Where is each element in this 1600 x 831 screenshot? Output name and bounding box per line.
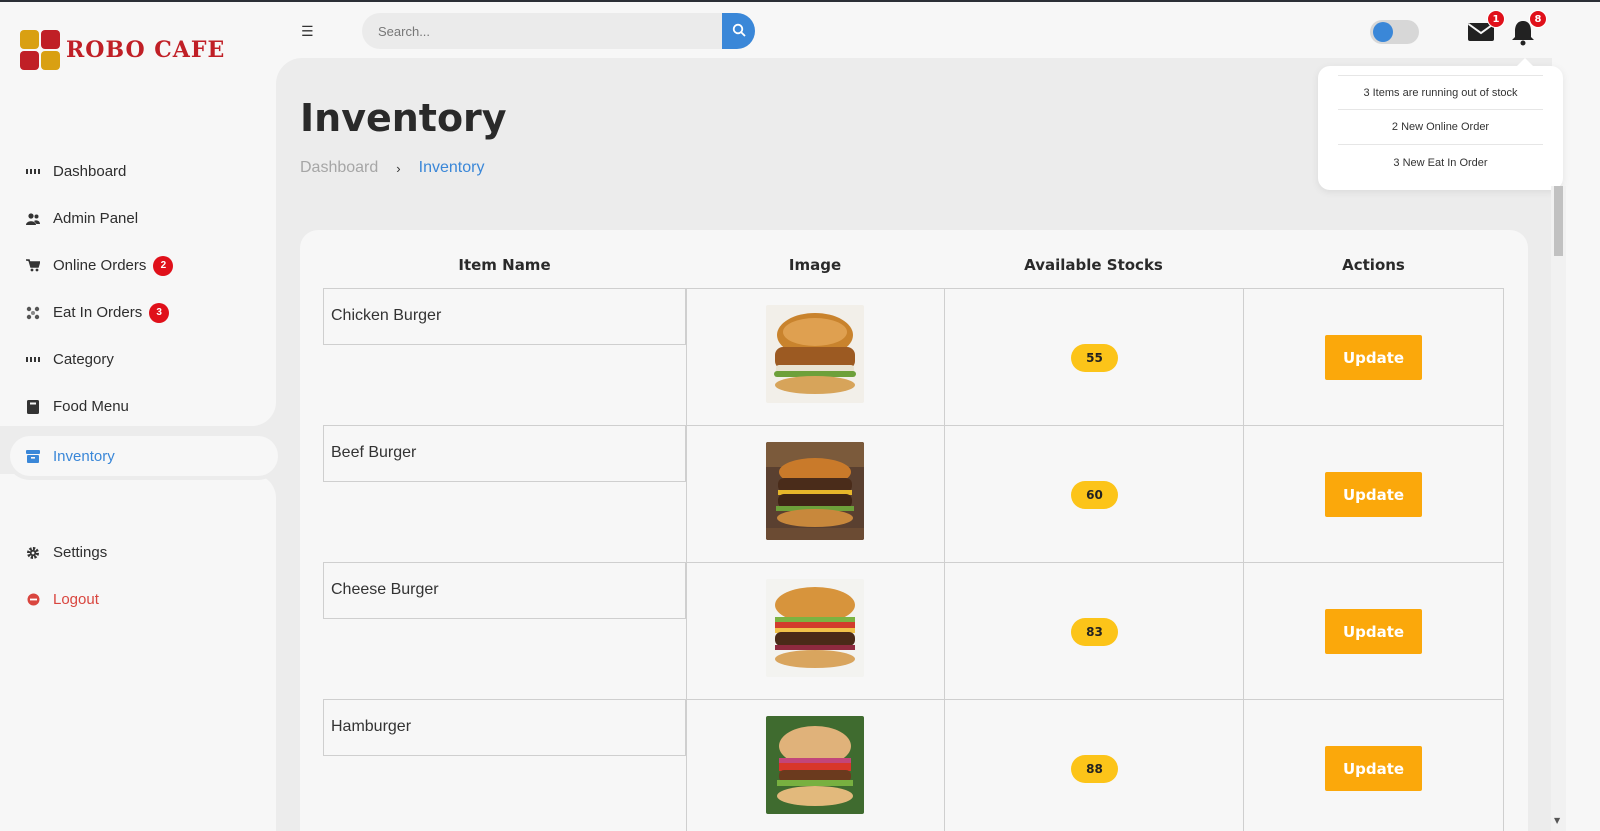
logo-icon [20, 30, 60, 70]
sidebar-item-label: Logout [53, 591, 99, 608]
online-orders-badge: 2 [153, 255, 174, 276]
dashboard-icon [26, 165, 40, 179]
messages-button[interactable]: 1 [1467, 10, 1505, 48]
update-button[interactable]: Update [1325, 609, 1422, 654]
stock-cell: 83 [944, 562, 1243, 699]
item-image-cell [686, 425, 944, 562]
food-image [766, 305, 864, 403]
sidebar-item-dashboard[interactable]: Dashboard [0, 148, 282, 195]
notification-item[interactable]: 3 Items are running out of stock [1338, 75, 1543, 110]
sidebar-item-eat-in-orders[interactable]: Eat In Orders 3 [0, 289, 282, 336]
sidebar-item-category[interactable]: Category [0, 336, 282, 383]
table-row: Beef Burger 60 Update [323, 425, 1504, 562]
breadcrumb: Dashboard › Inventory [300, 159, 484, 177]
sidebar-item-label: Food Menu [53, 398, 129, 415]
notification-item[interactable]: 2 New Online Order [1338, 110, 1543, 145]
food-image [766, 579, 864, 677]
search-icon [732, 23, 746, 40]
item-image-cell [686, 699, 944, 831]
scroll-down-arrow-icon[interactable]: ▼ [1554, 816, 1560, 825]
dine-icon [26, 306, 40, 320]
theme-toggle[interactable] [1370, 20, 1419, 44]
item-name-cell: Beef Burger [323, 425, 686, 482]
item-name-cell: Cheese Burger [323, 562, 686, 619]
sidebar-item-logout[interactable]: Logout [0, 576, 282, 623]
breadcrumb-home-link[interactable]: Dashboard [300, 159, 378, 177]
category-icon [26, 353, 40, 367]
sidebar-item-label: Inventory [53, 447, 115, 465]
search-button[interactable] [722, 13, 755, 49]
notification-item[interactable]: 3 New Eat In Order [1338, 145, 1543, 180]
stock-cell: 55 [944, 288, 1243, 425]
sidebar-item-label: Dashboard [53, 163, 127, 180]
mail-icon [1467, 23, 1495, 48]
stock-badge: 88 [1071, 755, 1118, 783]
eat-in-orders-badge: 3 [149, 302, 170, 323]
update-button[interactable]: Update [1325, 335, 1422, 380]
sidebar-item-admin-panel[interactable]: Admin Panel [0, 195, 282, 242]
stock-badge: 60 [1071, 481, 1118, 509]
inventory-table: Item Name Image Available Stocks Actions… [300, 230, 1528, 831]
food-image [766, 442, 864, 540]
item-name-cell: Chicken Burger [323, 288, 686, 345]
sidebar-item-label: Settings [53, 544, 108, 561]
table-row: Chicken Burger 55 Update [323, 288, 1504, 425]
brand-logo[interactable]: ROBO CAFE [20, 30, 225, 70]
admin-icon [26, 212, 40, 226]
cart-icon [26, 259, 40, 273]
table-row: Hamburger 88 Update [323, 699, 1504, 831]
gear-icon [26, 546, 40, 560]
page-scrollbar[interactable]: ▼ [1551, 186, 1566, 831]
item-name-cell: Hamburger [323, 699, 686, 756]
sidebar-item-online-orders[interactable]: Online Orders 2 [0, 242, 282, 289]
sidebar-item-food-menu[interactable]: Food Menu [0, 383, 282, 430]
column-header-actions: Actions [1342, 256, 1405, 274]
notification-count-badge: 8 [1529, 10, 1547, 28]
table-header: Item Name Image Available Stocks Actions [300, 256, 1528, 276]
notifications-dropdown: 3 Items are running out of stock 2 New O… [1318, 58, 1563, 190]
actions-cell: Update [1243, 288, 1504, 425]
archive-icon [26, 449, 40, 463]
sidebar: Dashboard Admin Panel Online Orders 2 Ea… [0, 148, 282, 623]
logout-icon [26, 593, 40, 607]
column-header-available-stocks: Available Stocks [1024, 256, 1163, 274]
update-button[interactable]: Update [1325, 472, 1422, 517]
search-bar [362, 13, 755, 49]
stock-badge: 55 [1071, 344, 1118, 372]
item-image-cell [686, 288, 944, 425]
actions-cell: Update [1243, 699, 1504, 831]
sidebar-item-inventory[interactable]: Inventory [10, 436, 278, 476]
notifications-button[interactable]: 8 [1509, 10, 1547, 50]
sidebar-item-label: Admin Panel [53, 210, 139, 227]
toggle-knob [1373, 22, 1393, 42]
stock-badge: 83 [1071, 618, 1118, 646]
breadcrumb-current: Inventory [418, 159, 485, 176]
sidebar-item-label: Online Orders [53, 257, 147, 274]
update-button[interactable]: Update [1325, 746, 1422, 791]
sidebar-item-settings[interactable]: Settings [0, 529, 282, 576]
food-image [766, 716, 864, 814]
page-title: Inventory [300, 96, 507, 140]
column-header-item-name: Item Name [458, 256, 551, 274]
sidebar-item-label: Category [53, 351, 114, 368]
search-input[interactable] [362, 13, 722, 49]
brand-name: ROBO CAFE [66, 37, 226, 63]
book-icon [26, 399, 40, 414]
sidebar-item-label: Eat In Orders [53, 304, 143, 321]
actions-cell: Update [1243, 425, 1504, 562]
column-header-image: Image [788, 256, 842, 274]
table-row: Cheese Burger 83 Update [323, 562, 1504, 699]
stock-cell: 60 [944, 425, 1243, 562]
item-image-cell [686, 562, 944, 699]
menu-toggle-icon[interactable]: ☰ [301, 24, 314, 40]
scrollbar-thumb[interactable] [1554, 186, 1563, 256]
chevron-right-icon: › [396, 160, 401, 176]
stock-cell: 88 [944, 699, 1243, 831]
bell-icon [1509, 21, 1537, 50]
actions-cell: Update [1243, 562, 1504, 699]
mail-count-badge: 1 [1487, 10, 1505, 28]
